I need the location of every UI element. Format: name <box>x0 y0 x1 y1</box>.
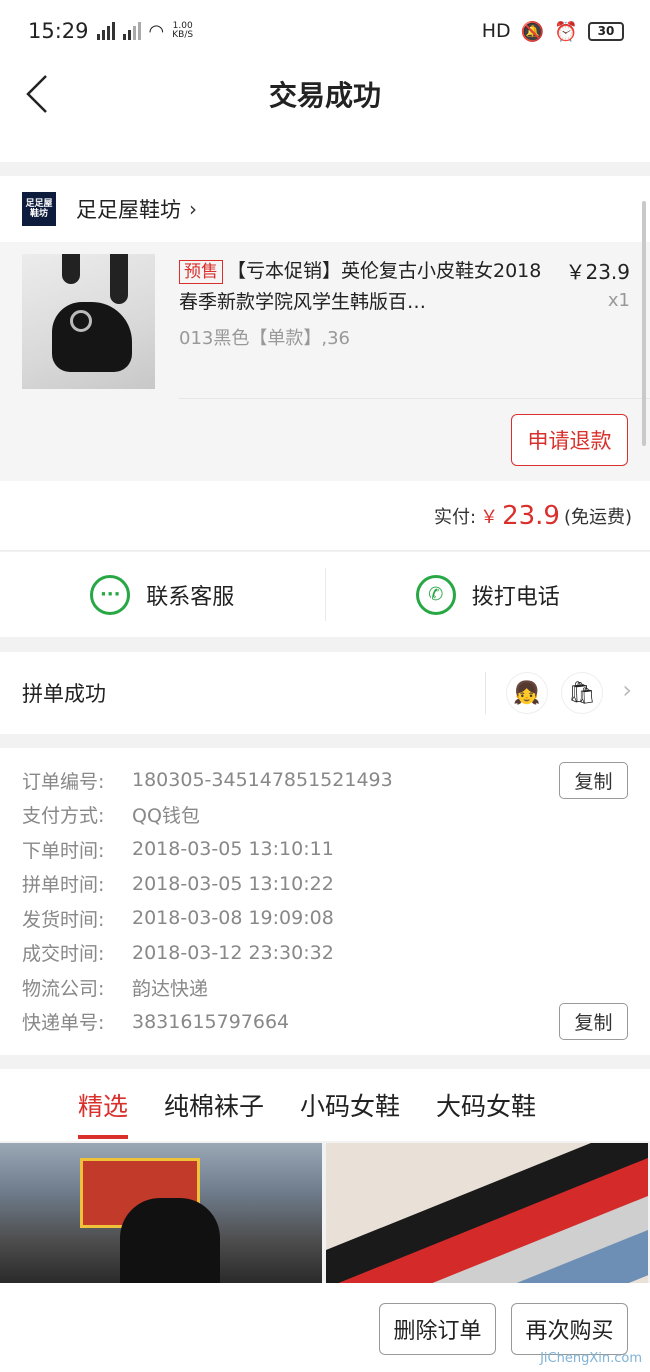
shop-name[interactable]: 足足屋鞋坊 <box>76 194 181 224</box>
order-time-label: 下单时间: <box>22 839 105 862</box>
ship-time-value: 2018-03-08 19:09:08 <box>132 907 334 930</box>
nav-bar: 交易成功 <box>0 62 650 162</box>
currency-symbol: ￥ <box>480 506 499 528</box>
order-info-row: 支付方式: QQ钱包 <box>0 798 650 833</box>
shop-logo: 足足屋 鞋坊 <box>22 192 56 226</box>
deal-time-label: 成交时间: <box>22 943 105 966</box>
recommend-product-image[interactable] <box>0 1143 322 1283</box>
payment-summary: 实付: ￥ 23.9 (免运费) <box>0 481 650 551</box>
signal-icon <box>96 22 115 40</box>
payment-method-label: 支付方式: <box>22 805 105 828</box>
alarm-icon: ⏰ <box>554 20 578 43</box>
refund-button[interactable]: 申请退款 <box>511 414 628 466</box>
order-info-row: 下单时间: 2018-03-05 13:10:11 <box>0 832 650 867</box>
net-speed: 1.00 KB/S <box>172 21 194 40</box>
product-title: 【亏本促销】英伦复古小皮鞋女2018春季新款学院风学生韩版百… <box>179 260 542 313</box>
bottom-action-bar: 删除订单 再次购买 JiChengXin.com <box>0 1283 650 1372</box>
shipping-note: (免运费) <box>563 506 632 528</box>
battery-icon: 30 <box>588 21 624 41</box>
contact-service-label: 联系客服 <box>146 584 235 610</box>
group-time-value: 2018-03-05 13:10:22 <box>132 872 334 895</box>
chat-bubble-icon: ··· <box>90 574 131 615</box>
shop-header[interactable]: 足足屋 鞋坊 足足屋鞋坊 › <box>0 176 650 242</box>
status-time: 15:29 <box>28 19 89 43</box>
group-status-label: 拼单成功 <box>22 682 106 706</box>
order-info-row: 快递单号: 3831615797664 复制 <box>0 1003 650 1041</box>
wifi-icon: ◠ <box>148 20 165 42</box>
copy-tracking-number-button[interactable]: 复制 <box>559 1003 628 1041</box>
tracking-number-label: 快递单号: <box>22 1012 105 1035</box>
avatar: 👧 <box>506 672 548 714</box>
order-info: 订单编号: 180305-345147851521493 复制 支付方式: QQ钱包 … <box>0 748 650 1055</box>
divider <box>179 398 650 399</box>
recommend-product-image[interactable] <box>326 1143 648 1283</box>
product-image[interactable] <box>22 254 155 389</box>
order-info-row: 成交时间: 2018-03-12 23:30:32 <box>0 936 650 971</box>
recommend-tabs: 精选 纯棉袜子 小码女鞋 大码女鞋 <box>0 1069 650 1141</box>
logistics-company-value: 韵达快递 <box>132 977 209 1000</box>
tracking-number-value: 3831615797664 <box>132 1010 290 1033</box>
goods-item[interactable]: 预售 【亏本促销】英伦复古小皮鞋女2018春季新款学院风学生韩版百… 013黑色【… <box>0 242 650 481</box>
chevron-right-icon: › <box>622 676 632 704</box>
payment-method-value: QQ钱包 <box>132 805 200 828</box>
order-number-value: 180305-345147851521493 <box>132 769 393 792</box>
call-phone-button[interactable]: ✆ 拨打电话 <box>326 552 650 637</box>
group-time-label: 拼单时间: <box>22 874 105 897</box>
ship-time-label: 发货时间: <box>22 908 105 931</box>
order-info-row: 拼单时间: 2018-03-05 13:10:22 <box>0 867 650 902</box>
tab-large-shoes[interactable]: 大码女鞋 <box>436 1069 536 1141</box>
scrollbar[interactable] <box>642 201 646 446</box>
tab-small-shoes[interactable]: 小码女鞋 <box>300 1069 400 1141</box>
order-info-row: 发货时间: 2018-03-08 19:09:08 <box>0 901 650 936</box>
presale-tag: 预售 <box>179 260 223 284</box>
paid-label: 实付: <box>433 506 477 528</box>
chevron-right-icon: › <box>189 197 197 221</box>
delete-order-button[interactable]: 删除订单 <box>379 1303 496 1355</box>
phone-icon: ✆ <box>415 574 456 615</box>
page-title: 交易成功 <box>268 79 381 112</box>
product-price: ￥23.9 <box>565 260 630 284</box>
avatar: 🛍 <box>561 672 603 714</box>
group-status-row[interactable]: 拼单成功 👧 🛍 › <box>0 652 650 734</box>
tab-cotton-socks[interactable]: 纯棉袜子 <box>164 1069 264 1141</box>
logistics-company-label: 物流公司: <box>22 977 105 1000</box>
mute-icon: 🔕 <box>520 20 545 43</box>
call-phone-label: 拨打电话 <box>471 584 560 610</box>
shop-card: 足足屋 鞋坊 足足屋鞋坊 › 预售 【亏本促销】英伦复古小皮鞋女2018春季新款学… <box>0 176 650 481</box>
paid-amount: 23.9 <box>502 500 560 531</box>
copy-order-number-button[interactable]: 复制 <box>559 761 628 799</box>
order-info-row: 订单编号: 180305-345147851521493 复制 <box>0 761 650 799</box>
product-sku: 013黑色【单款】,36 <box>179 328 350 349</box>
contact-service-button[interactable]: ··· 联系客服 <box>0 552 325 637</box>
deal-time-value: 2018-03-12 23:30:32 <box>132 941 334 964</box>
divider <box>485 672 486 714</box>
watermark: JiChengXin.com <box>540 1351 642 1366</box>
product-name[interactable]: 预售 【亏本促销】英伦复古小皮鞋女2018春季新款学院风学生韩版百… <box>179 256 549 318</box>
signal-2-icon <box>122 22 141 40</box>
tab-featured[interactable]: 精选 <box>78 1069 129 1141</box>
buy-again-button[interactable]: 再次购买 <box>511 1303 628 1355</box>
product-quantity: x1 <box>607 290 630 311</box>
hd-indicator: HD <box>481 20 511 42</box>
status-bar: 15:29 ◠ 1.00 KB/S HD 🔕 ⏰ 30 <box>0 0 650 62</box>
contact-bar: ··· 联系客服 ✆ 拨打电话 <box>0 552 650 637</box>
order-info-row: 物流公司: 韵达快递 <box>0 970 650 1005</box>
order-time-value: 2018-03-05 13:10:11 <box>132 838 334 861</box>
order-number-label: 订单编号: <box>22 770 105 793</box>
